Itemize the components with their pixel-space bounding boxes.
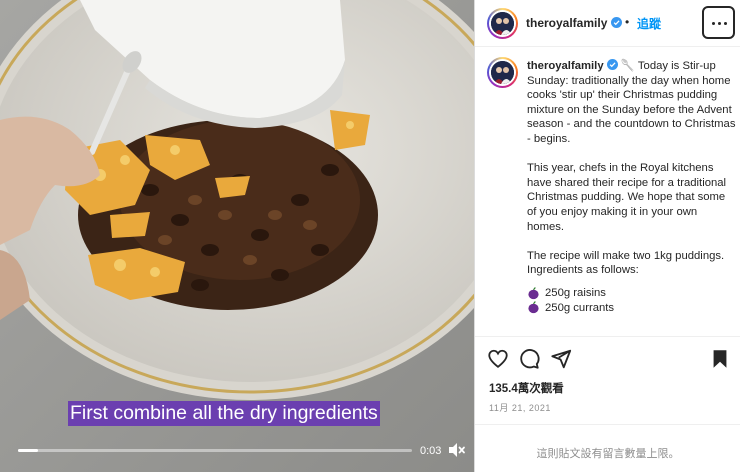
caption-paragraph: This year, chefs in the Royal kitchens h… [527, 162, 727, 233]
post-date[interactable]: 11月 21, 2021 [489, 401, 551, 414]
ingredient-item: 250g raisins [527, 286, 737, 301]
more-horizontal-icon[interactable] [702, 6, 735, 39]
ingredient-item: 250g currants [527, 301, 737, 316]
video-time: 0:03 [420, 445, 442, 457]
video-progress-fill [18, 449, 38, 452]
verified-badge-icon [610, 17, 622, 28]
video-progress-bar[interactable] [18, 449, 412, 452]
verified-badge-icon [606, 59, 618, 70]
post-header: theroyalfamily • 追蹤 [475, 0, 740, 47]
ingredient-text: 250g raisins [545, 286, 606, 299]
view-count[interactable]: 135.4萬次觀看 [489, 380, 564, 396]
action-bar [475, 336, 740, 380]
post-side-panel: theroyalfamily • 追蹤 theroyalfamily 🥄 Tod… [474, 0, 740, 472]
follow-button[interactable]: 追蹤 [637, 15, 661, 32]
caption-paragraph: 🥄 Today is Stir-up Sunday: traditionally… [527, 60, 736, 145]
caption-username[interactable]: theroyalfamily [527, 60, 604, 72]
post-caption: theroyalfamily 🥄 Today is Stir-up Sunday… [527, 59, 737, 315]
separator-dot: • [625, 15, 630, 29]
caption-avatar[interactable] [487, 57, 518, 88]
comments-limited-text: 這則貼文設有留言數量上限。 [536, 448, 680, 460]
share-icon[interactable] [550, 348, 572, 370]
comment-icon[interactable] [518, 348, 540, 370]
username-link[interactable]: theroyalfamily [526, 16, 607, 30]
speaker-muted-icon[interactable] [446, 440, 466, 460]
instagram-post-modal: First combine all the dry ingredients 0:… [0, 0, 740, 472]
comments-limited-bar: 這則貼文設有留言數量上限。 [475, 424, 740, 472]
plum-emoji-icon [528, 301, 539, 314]
bookmark-icon[interactable] [709, 348, 731, 370]
video-player[interactable]: First combine all the dry ingredients 0:… [0, 0, 474, 472]
plum-emoji-icon [528, 286, 539, 299]
ingredient-text: 250g currants [545, 301, 615, 314]
header-username[interactable]: theroyalfamily [526, 16, 622, 30]
video-subtitle: First combine all the dry ingredients [68, 401, 380, 426]
avatar[interactable] [487, 8, 518, 39]
caption-area[interactable]: theroyalfamily 🥄 Today is Stir-up Sunday… [475, 48, 740, 336]
heart-icon[interactable] [487, 348, 509, 370]
caption-paragraph: The recipe will make two 1kg puddings. I… [527, 249, 725, 277]
